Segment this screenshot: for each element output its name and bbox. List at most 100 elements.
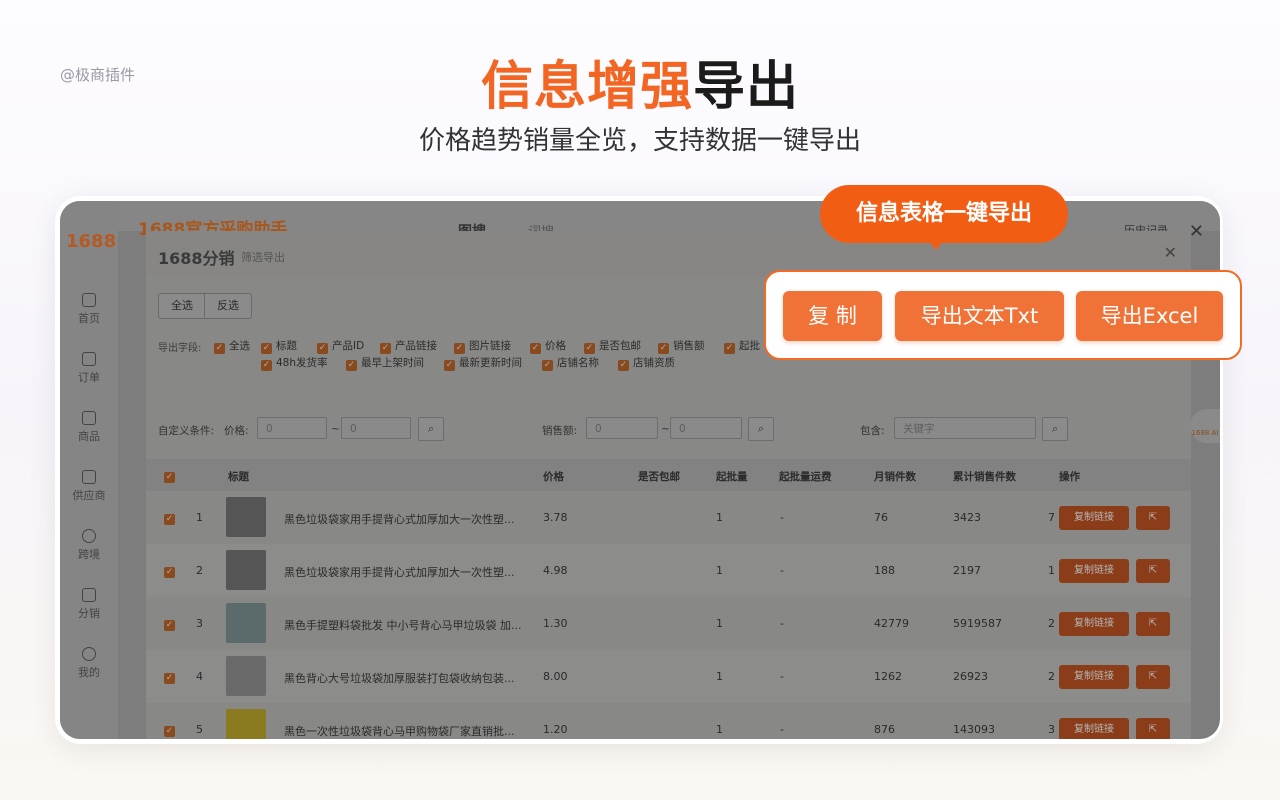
checkbox-icon: ✓ [164,472,175,483]
price-cell: 4.98 [543,564,568,577]
table-row: ✓ 4 黑色背心大号垃圾袋加厚服装打包袋收纳包装... 8.00 1 - 126… [146,650,1191,703]
field-checkbox[interactable]: ✓ 价格 [530,338,566,354]
product-title: 黑色背心大号垃圾袋加厚服装打包袋收纳包装... [284,672,515,685]
product-title: 黑色一次性垃圾袋背心马甲购物袋厂家直销批... [284,725,515,738]
nav-label: 首页 [78,312,100,325]
checkbox-icon: ✓ [658,343,669,354]
field-checkbox[interactable]: ✓ 产品ID [317,338,364,354]
field-checkbox[interactable]: ✓ 销售额 [658,338,705,354]
field-checkbox[interactable]: ✓ 最早上架时间 [346,355,424,371]
open-external-icon[interactable]: ⇱ [1136,718,1170,739]
callout-bubble: 信息表格一键导出 [820,185,1068,243]
field-checkbox[interactable]: ✓ 起批 [724,338,760,354]
checkbox-icon: ✓ [164,673,175,684]
sales-max-input[interactable]: 0 [670,417,742,439]
field-checkbox[interactable]: ✓ 全选 [214,338,250,354]
field-label: 最新更新时间 [459,357,522,369]
checkbox-icon: ✓ [346,360,357,371]
fee-cell: - [780,723,784,736]
field-label: 全选 [229,340,250,352]
field-checkbox[interactable]: ✓ 产品链接 [380,338,437,354]
table-row: ✓ 3 黑色手提塑料袋批发 中小号背心马甲垃圾袋 加... 1.30 1 - 4… [146,597,1191,650]
invert-selection-button[interactable]: 反选 [204,293,252,319]
nav-item-distribution[interactable]: 分销 [60,588,118,621]
row-index: 2 [196,564,203,577]
callout-bubble-tail [928,240,944,250]
open-external-icon[interactable]: ⇱ [1136,506,1170,530]
field-checkbox[interactable]: ✓ 图片链接 [454,338,511,354]
price-cell: 3.78 [543,511,568,524]
nav-item-products[interactable]: 商品 [60,411,118,444]
checkbox-icon: ✓ [317,343,328,354]
open-external-icon[interactable]: ⇱ [1136,665,1170,689]
field-label: 价格 [545,340,566,352]
extra-cell: 7 [1048,511,1055,524]
moq-cell: 1 [716,511,723,524]
column-header[interactable]: 月销件数 [874,469,916,484]
price-min-input[interactable]: 0 [257,417,327,439]
extra-cell: 2 [1048,670,1055,683]
price-max-input[interactable]: 0 [341,417,411,439]
copy-link-button[interactable]: 复制链接 [1059,612,1129,636]
row-checkbox[interactable]: ✓ [164,617,179,631]
copy-link-button[interactable]: 复制链接 [1059,718,1129,739]
nav-item-orders[interactable]: 订单 [60,352,118,385]
modal-close-icon[interactable]: ✕ [1164,243,1177,262]
open-external-icon[interactable]: ⇱ [1136,559,1170,583]
nav-item-suppliers[interactable]: 供应商 [60,470,118,503]
header-checkbox[interactable]: ✓ [164,469,179,483]
export-excel-button[interactable]: 导出Excel [1076,291,1223,341]
select-all-button[interactable]: 全选 [158,293,206,319]
sales-label: 销售额: [542,425,578,437]
search-icon[interactable]: ⌕ [1042,417,1068,441]
field-checkbox[interactable]: ✓ 最新更新时间 [444,355,522,371]
open-external-icon[interactable]: ⇱ [1136,612,1170,636]
nav-label: 供应商 [72,489,106,502]
nav-item-home[interactable]: 首页 [60,293,118,326]
product-thumbnail [226,497,266,537]
sales-min-input[interactable]: 0 [586,417,658,439]
table-row: ✓ 2 黑色垃圾袋家用手提背心式加厚加大一次性塑... 4.98 1 - 188… [146,544,1191,597]
column-header[interactable]: 累计销售件数 [953,469,1016,484]
field-checkbox[interactable]: ✓ 48h发货率 [261,355,328,371]
price-label: 价格: [224,425,249,437]
search-icon[interactable]: ⌕ [418,417,444,441]
copy-link-button[interactable]: 复制链接 [1059,559,1129,583]
left-nav: 1688 首页 订单 商品 供应商 跨境 分销 我的 [60,201,118,739]
field-label: 起批 [739,340,760,352]
ai-badge[interactable]: 1688 AI [1190,409,1220,443]
row-checkbox[interactable]: ✓ [164,723,179,737]
row-checkbox[interactable]: ✓ [164,564,179,578]
field-checkbox[interactable]: ✓ 标题 [261,338,297,354]
copy-button[interactable]: 复 制 [783,291,882,341]
field-checkbox[interactable]: ✓ 是否包邮 [584,338,641,354]
column-header[interactable]: 价格 [543,469,564,484]
checkbox-icon: ✓ [530,343,541,354]
order-icon [82,352,96,366]
globe-icon [82,529,96,543]
field-label: 48h发货率 [276,357,328,369]
checkbox-icon: ✓ [454,343,465,354]
field-checkbox[interactable]: ✓ 店铺资质 [618,355,675,371]
monthly-sales-cell: 42779 [874,617,909,630]
row-checkbox[interactable]: ✓ [164,511,179,525]
moq-cell: 1 [716,670,723,683]
row-checkbox[interactable]: ✓ [164,670,179,684]
row-index: 4 [196,670,203,683]
hero-subtitle: 价格趋势销量全览，支持数据一键导出 [418,126,861,156]
keyword-input[interactable]: 关键字 [894,417,1036,439]
nav-item-crossborder[interactable]: 跨境 [60,529,118,562]
copy-link-button[interactable]: 复制链接 [1059,506,1129,530]
field-label: 产品ID [332,340,365,352]
field-checkbox[interactable]: ✓ 店铺名称 [542,355,599,371]
search-icon[interactable]: ⌕ [748,417,774,441]
close-icon[interactable]: ✕ [1189,221,1204,242]
product-title: 黑色手提塑料袋批发 中小号背心马甲垃圾袋 加... [284,619,522,632]
nav-label: 分销 [78,607,100,620]
column-header[interactable]: 起批量 [716,469,748,484]
export-txt-button[interactable]: 导出文本Txt [895,291,1064,341]
field-label: 是否包邮 [599,340,641,352]
nav-item-me[interactable]: 我的 [60,647,118,680]
copy-link-button[interactable]: 复制链接 [1059,665,1129,689]
extra-cell: 1 [1048,564,1055,577]
